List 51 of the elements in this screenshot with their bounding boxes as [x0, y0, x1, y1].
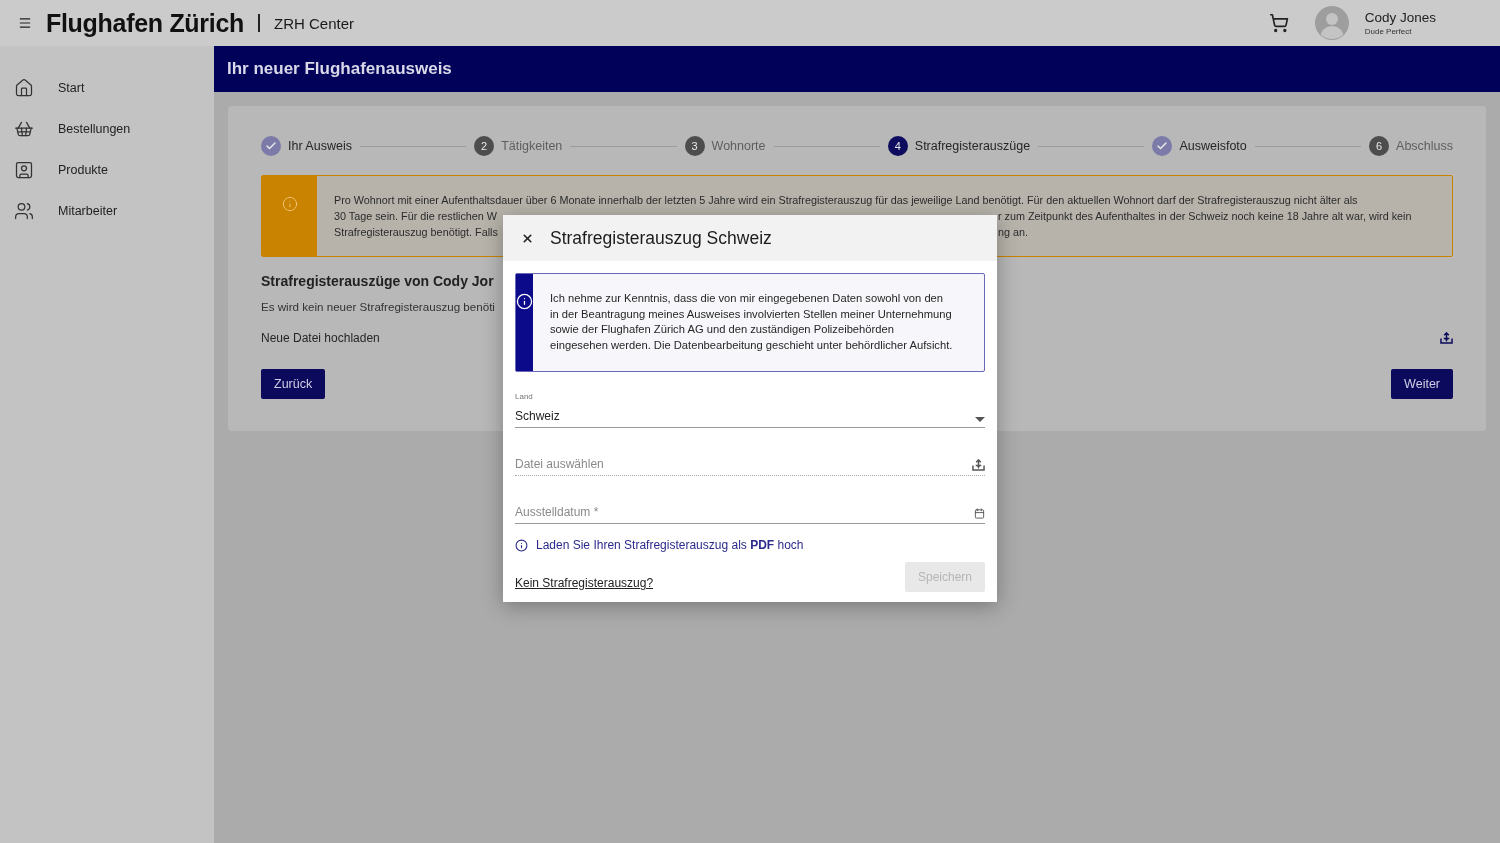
people-icon — [14, 201, 34, 221]
upload-icon[interactable] — [972, 459, 985, 472]
step[interactable]: Ausweisfoto — [1152, 136, 1247, 156]
check-icon — [261, 136, 281, 156]
brand-logo: Flughafen Zürich — [46, 8, 244, 38]
calendar-icon[interactable] — [974, 508, 985, 520]
menu-icon[interactable] — [18, 16, 32, 30]
user-name: Cody Jones — [1364, 10, 1436, 25]
notice-text: 30 Tage sein. Für die restlichen W — [334, 209, 498, 224]
dropdown-caret-icon — [975, 417, 985, 424]
info-text: Ich nehme zur Kenntnis, dass die von mir eingegebenen Daten sowohl von den in der Beantragung meines Ausweises involvierten Stellen meiner Unternehmung sowie der Flughafen Zürich AG und den zuständigen Polizeibehörden eingesehen werden. Die Datenbearbeitung geschieht unter behördlicher Aufsicht. — [549, 291, 954, 353]
section-text: Es wird kein neuer Strafregisterauszug benöti — [261, 300, 495, 313]
id-card-icon — [14, 160, 34, 180]
step[interactable]: 6 Abschluss — [1369, 136, 1454, 156]
file-field[interactable]: Datei auswählen — [515, 450, 985, 477]
no-record-link[interactable]: Kein Strafregisterauszug? — [515, 576, 654, 591]
step-number: 4 — [887, 136, 908, 156]
app-name: ZRH Center — [274, 14, 354, 32]
step-number: 3 — [684, 136, 705, 156]
sidebar-item[interactable]: Mitarbeiter — [0, 193, 214, 229]
user-company: Dude Perfect — [1364, 27, 1413, 36]
next-button[interactable]: Weiter — [1391, 369, 1453, 399]
hint-text: Laden Sie Ihren Strafregisterauszug als PDF hoch — [536, 538, 804, 553]
info-icon — [281, 196, 298, 212]
country-select[interactable]: Land Schweiz — [515, 392, 985, 429]
sidebar-item[interactable]: Produkte — [0, 152, 214, 188]
step-number: 2 — [474, 136, 495, 156]
home-icon — [14, 78, 34, 98]
step[interactable]: 2 Tätigkeiten — [474, 136, 563, 156]
back-button[interactable]: Zurück — [261, 369, 326, 399]
notice-text: r zum Zeitpunkt des Aufenthaltes in der Schweiz noch keine 18 Jahre alt war, wird kein — [998, 209, 1412, 224]
close-icon[interactable] — [521, 231, 534, 245]
page-title: Ihr neuer Flughafenausweis — [214, 46, 1500, 92]
step[interactable]: 4 Strafregisterauszüge — [887, 136, 1031, 156]
info-icon — [515, 538, 528, 552]
upload-icon[interactable] — [1440, 332, 1453, 344]
notice-text: Strafregisterauszug benötigt. Falls — [334, 225, 498, 240]
basket-icon — [14, 119, 34, 139]
notice-text: ng an. — [998, 225, 1029, 240]
notice-text: Pro Wohnort mit einer Aufenthaltsdauer über 6 Monate innerhalb der letzten 5 Jahre wird ein Strafregisterauszug für das jeweilige Land benötigt. Für den aktuellen Wohnort darf der Strafregisterauszug nicht älter als — [334, 193, 1358, 208]
step-number: 6 — [1369, 136, 1390, 156]
sidebar-item[interactable]: Bestellungen — [0, 111, 214, 147]
step[interactable]: 3 Wohnorte — [684, 136, 766, 156]
date-field[interactable]: Ausstelldatum * — [515, 498, 985, 525]
upload-label: Neue Datei hochladen — [261, 331, 380, 345]
dialog-title: Strafregisterauszug Schweiz — [550, 227, 772, 249]
cart-icon[interactable] — [1268, 13, 1289, 33]
check-icon — [1152, 136, 1173, 156]
section-title: Strafregisterauszüge von Cody Jor — [261, 273, 494, 289]
sidebar-item[interactable]: Start — [0, 70, 214, 106]
step[interactable]: Ihr Ausweis — [261, 136, 352, 156]
